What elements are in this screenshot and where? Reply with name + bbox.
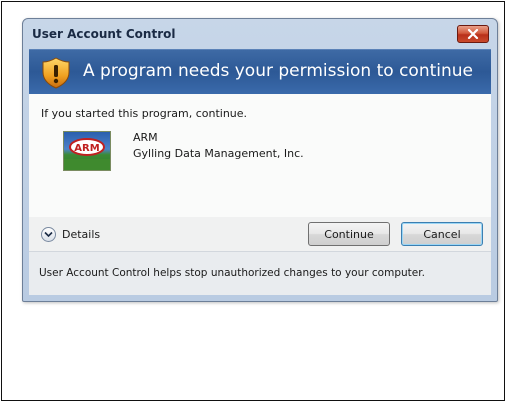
window-title: User Account Control: [32, 27, 176, 41]
footer-text: User Account Control helps stop unauthor…: [39, 267, 425, 279]
arm-logo-text: ARM: [74, 143, 99, 154]
close-icon: [467, 29, 479, 39]
details-toggle[interactable]: Details: [41, 225, 100, 243]
program-publisher: Gylling Data Management, Inc.: [133, 147, 304, 160]
title-bar: User Account Control: [23, 19, 497, 49]
continue-button[interactable]: Continue: [308, 222, 390, 246]
footer: User Account Control helps stop unauthor…: [29, 251, 491, 295]
arm-app-icon: ARM: [63, 131, 111, 171]
header-band: A program needs your permission to conti…: [29, 49, 491, 94]
button-row: Details Continue Cancel: [29, 217, 491, 251]
arm-logo-graphic: ARM: [64, 138, 110, 170]
details-label: Details: [62, 227, 101, 241]
cancel-button[interactable]: Cancel: [401, 222, 483, 246]
program-name: ARM: [133, 131, 158, 144]
close-button[interactable]: [457, 25, 489, 43]
content-area: If you started this program, continue. A…: [29, 94, 491, 217]
screenshot-frame: User Account Control A program needs you…: [1, 1, 505, 401]
permission-message: A program needs your permission to conti…: [83, 61, 474, 81]
intro-text: If you started this program, continue.: [41, 107, 248, 120]
chevron-down-icon: [41, 226, 56, 242]
uac-dialog: User Account Control A program needs you…: [22, 18, 498, 302]
shield-warning-icon: [42, 57, 70, 89]
